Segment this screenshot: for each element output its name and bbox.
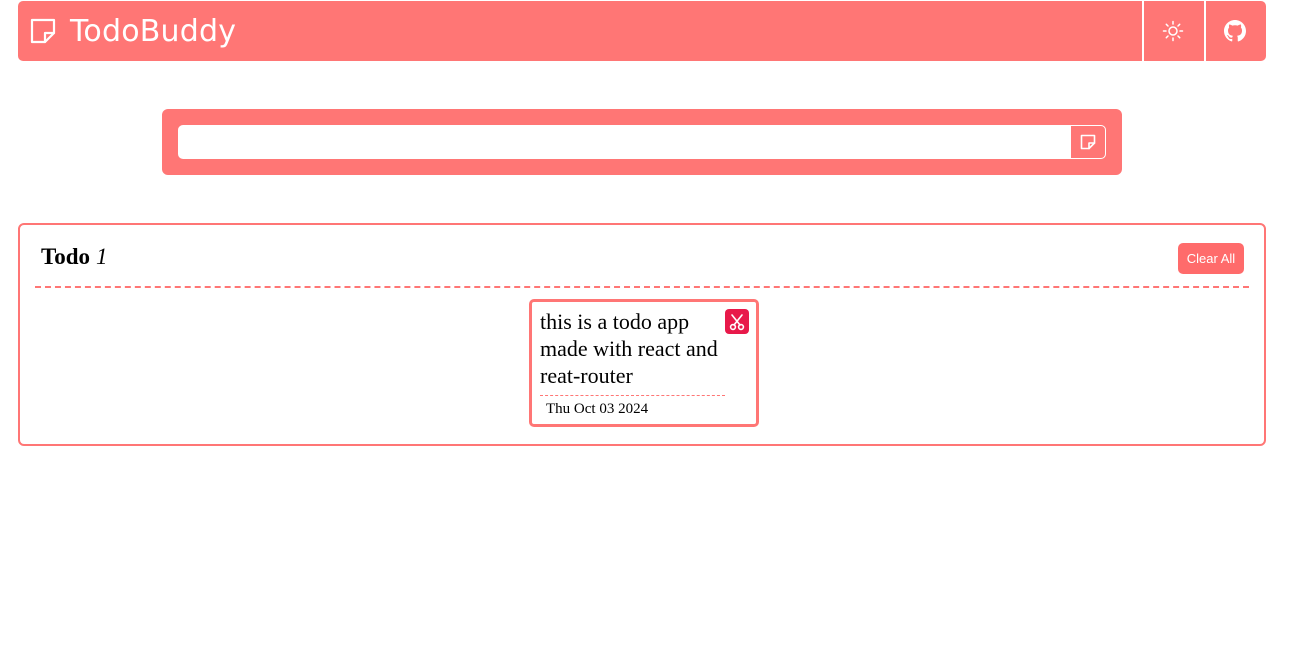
card-divider xyxy=(540,395,725,396)
sun-icon xyxy=(1162,20,1184,42)
sticky-note-icon xyxy=(30,18,56,44)
theme-toggle-button[interactable] xyxy=(1142,1,1202,61)
todo-input[interactable] xyxy=(178,125,1070,159)
delete-todo-button[interactable] xyxy=(725,309,749,334)
github-link-button[interactable] xyxy=(1204,1,1264,61)
todo-panel: Todo 1 Clear All this is a todo app made … xyxy=(18,223,1266,446)
todo-card: this is a todo app made with react and r… xyxy=(529,299,759,427)
add-todo-button[interactable] xyxy=(1070,125,1106,159)
github-icon xyxy=(1224,20,1246,42)
scissors-icon xyxy=(729,313,745,330)
todo-text: this is a todo app made with react and r… xyxy=(540,309,718,388)
todo-count: 1 xyxy=(96,244,108,269)
divider xyxy=(35,286,1249,288)
add-todo-form xyxy=(162,109,1122,175)
navbar: TodoBuddy xyxy=(18,1,1266,61)
clear-all-button[interactable]: Clear All xyxy=(1178,243,1244,274)
todo-date: Thu Oct 03 2024 xyxy=(546,401,649,417)
sticky-note-icon xyxy=(1080,134,1096,150)
brand[interactable]: TodoBuddy xyxy=(28,1,236,61)
app-title: TodoBuddy xyxy=(70,13,237,49)
panel-title-label: Todo xyxy=(41,244,91,269)
panel-title: Todo 1 xyxy=(41,244,108,270)
